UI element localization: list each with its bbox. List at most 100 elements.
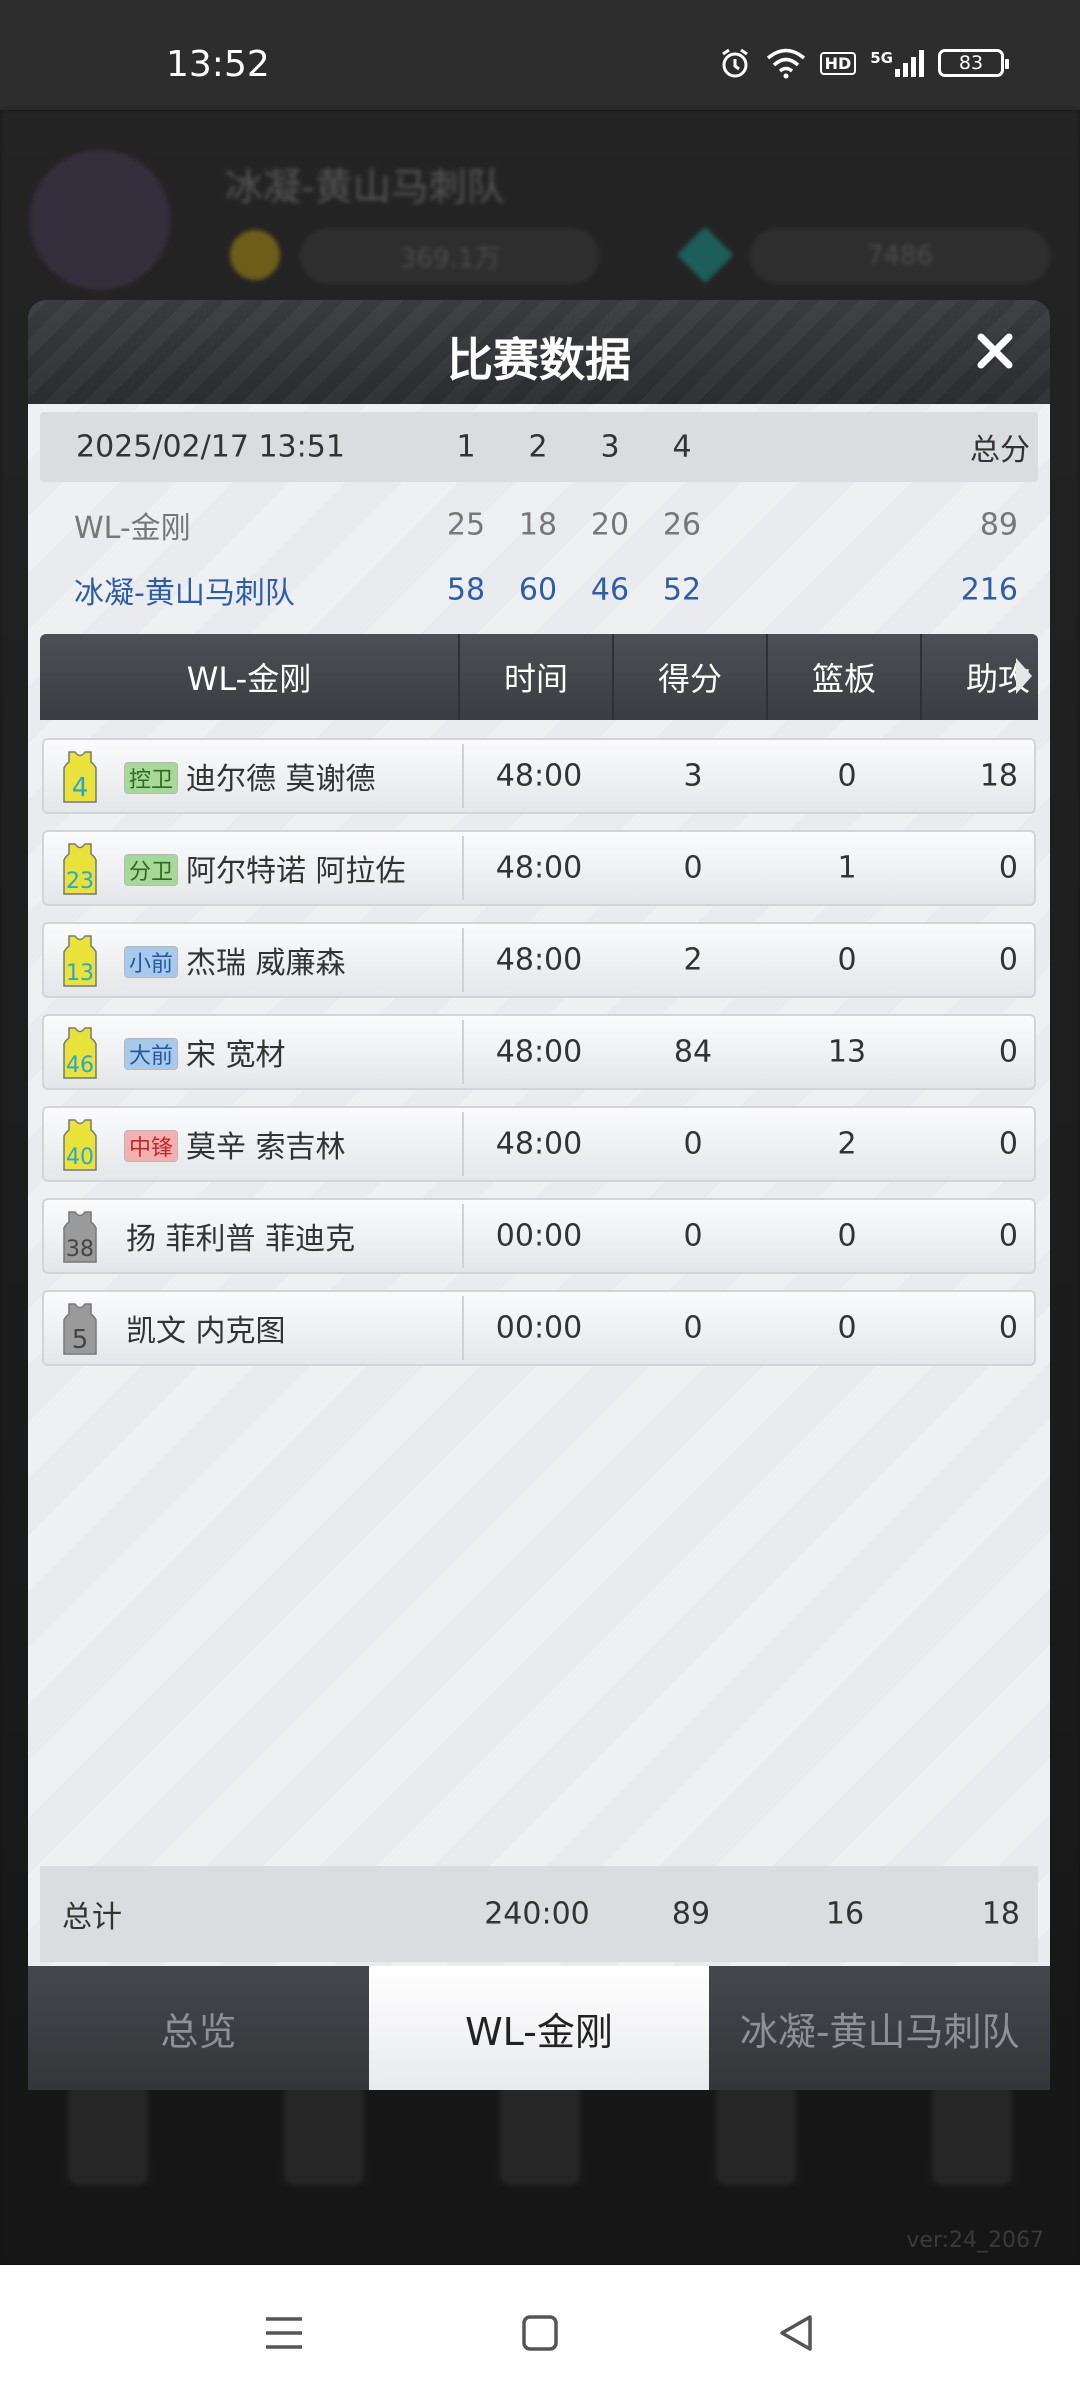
player-name: 凯文 内克图 [126,1314,286,1349]
home-icon [522,2314,558,2351]
header-team: WL-金刚 [40,634,460,720]
total-time: 240:00 [484,1896,590,1932]
player-time: 48:00 [495,1034,583,1070]
player-row[interactable]: 4 控卫 迪尔德 莫谢德 48:00 3 0 18 [42,738,1036,814]
tab-home-team[interactable]: WL-金刚 [368,1966,710,2090]
status-bar: 13:52 HD 5G 83 [0,0,1080,110]
player-assists: 0 [998,1034,1018,1070]
quarter-score: 25 [446,507,486,543]
stats-table-header: WL-金刚 时间 得分 篮板 助攻 [40,634,1038,720]
score-row-home: WL-金刚 25 18 20 26 89 [40,494,1038,556]
player-rebounds: 13 [827,1034,867,1070]
total-rebounds: 16 [825,1896,865,1932]
quarter-score: 46 [590,572,630,608]
player-rebounds: 0 [837,1218,857,1254]
total-label: 总计 [62,1900,122,1935]
player-row[interactable]: 38 扬 菲利普 菲迪克 00:00 0 0 0 [42,1198,1036,1274]
jersey-icon: 23 [63,843,97,895]
jersey-icon: 38 [63,1211,97,1263]
player-points: 0 [683,1126,703,1162]
alarm-icon [718,46,752,80]
jersey-icon: 13 [63,935,97,987]
player-time: 48:00 [495,1126,583,1162]
quarter-score: 20 [590,507,630,543]
player-points: 0 [683,1310,703,1346]
player-rebounds: 1 [837,850,857,886]
quarter-3-header: 3 [600,429,620,465]
quarter-score: 26 [662,507,702,543]
player-time: 00:00 [495,1218,583,1254]
bg-nav-item [500,2075,580,2185]
total-points: 89 [671,1896,711,1932]
jersey-number: 4 [72,773,89,803]
background-bottom-nav [0,2075,1080,2225]
version-label: ver:24_2067 [906,2228,1044,2253]
score-header: 2025/02/17 13:51 1 2 3 4 总分 [40,412,1038,482]
player-name: 扬 菲利普 菲迪克 [126,1222,356,1257]
home-button[interactable] [510,2303,570,2363]
menu-icon [266,2316,302,2349]
bg-nav-item [284,2075,364,2185]
battery-level: 83 [958,52,984,74]
player-assists: 0 [998,850,1018,886]
dialog-title: 比赛数据 [447,333,631,387]
back-icon [780,2314,812,2351]
close-button[interactable] [970,326,1020,376]
player-points: 0 [683,850,703,886]
jersey-number: 46 [66,1053,94,1078]
bg-nav-item [932,2075,1012,2185]
player-row[interactable]: 5 凯文 内克图 00:00 0 0 0 [42,1290,1036,1366]
player-points: 3 [683,758,703,794]
quarter-score: 58 [446,572,486,608]
tab-away-team[interactable]: 冰凝-黄山马刺队 [709,1966,1051,2090]
player-rebounds: 0 [837,1310,857,1346]
player-time: 48:00 [495,758,583,794]
jersey-number: 23 [66,869,94,894]
status-icons: HD 5G 83 [718,46,1009,80]
jersey-number: 5 [72,1325,89,1355]
tab-overview[interactable]: 总览 [28,1966,369,2090]
system-nav-bar [0,2265,1080,2400]
player-assists: 18 [979,758,1018,794]
team-total-score: 216 [960,572,1018,608]
stats-total-row: 总计 240:00 89 16 18 [40,1866,1038,1962]
menu-button[interactable] [254,2303,314,2363]
quarter-score: 60 [518,572,558,608]
coin-balance: 369.1万 [300,228,600,284]
player-points: 84 [673,1034,713,1070]
bg-nav-item [716,2075,796,2185]
gem-balance: 7486 [750,228,1050,284]
player-name: 宋 宽材 [186,1038,286,1073]
dialog-body: 2025/02/17 13:51 1 2 3 4 总分 WL-金刚 25 18 … [28,404,1050,1966]
player-row[interactable]: 23 分卫 阿尔特诺 阿拉佐 48:00 0 1 0 [42,830,1036,906]
back-button[interactable] [766,2303,826,2363]
bg-nav-item [68,2075,148,2185]
hd-badge: HD [819,51,857,75]
cellular-signal-icon: 5G [870,49,924,77]
close-icon [977,333,1013,369]
player-row[interactable]: 13 小前 杰瑞 威廉森 48:00 2 0 0 [42,922,1036,998]
background-team-name: 冰凝-黄山马刺队 [225,165,505,209]
position-badge: 控卫 [124,762,179,794]
player-rebounds: 2 [837,1126,857,1162]
jersey-number: 40 [66,1145,94,1170]
jersey-number: 13 [66,961,94,986]
header-time: 时间 [460,634,614,720]
total-assists: 18 [981,1896,1020,1932]
player-rebounds: 0 [837,942,857,978]
total-score-header: 总分 [970,433,1030,468]
wifi-icon [766,47,806,79]
gem-icon [676,226,734,284]
scroll-right-icon[interactable] [1016,658,1032,694]
quarter-1-header: 1 [456,429,476,465]
position-badge: 大前 [124,1038,179,1070]
player-name: 迪尔德 莫谢德 [186,762,376,797]
player-row[interactable]: 40 中锋 莫辛 索吉林 48:00 0 2 0 [42,1106,1036,1182]
player-row[interactable]: 46 大前宋 宽材 48:00 84 13 0 [42,1014,1036,1090]
player-assists: 0 [998,1126,1018,1162]
quarter-score: 52 [662,572,702,608]
player-time: 48:00 [495,850,583,886]
jersey-icon: 5 [63,1303,97,1355]
match-stats-dialog: 比赛数据 2025/02/17 13:51 1 2 3 4 总分 WL-金刚 2… [28,300,1051,2090]
score-row-away: 冰凝-黄山马刺队 58 60 46 52 216 [40,559,1038,621]
